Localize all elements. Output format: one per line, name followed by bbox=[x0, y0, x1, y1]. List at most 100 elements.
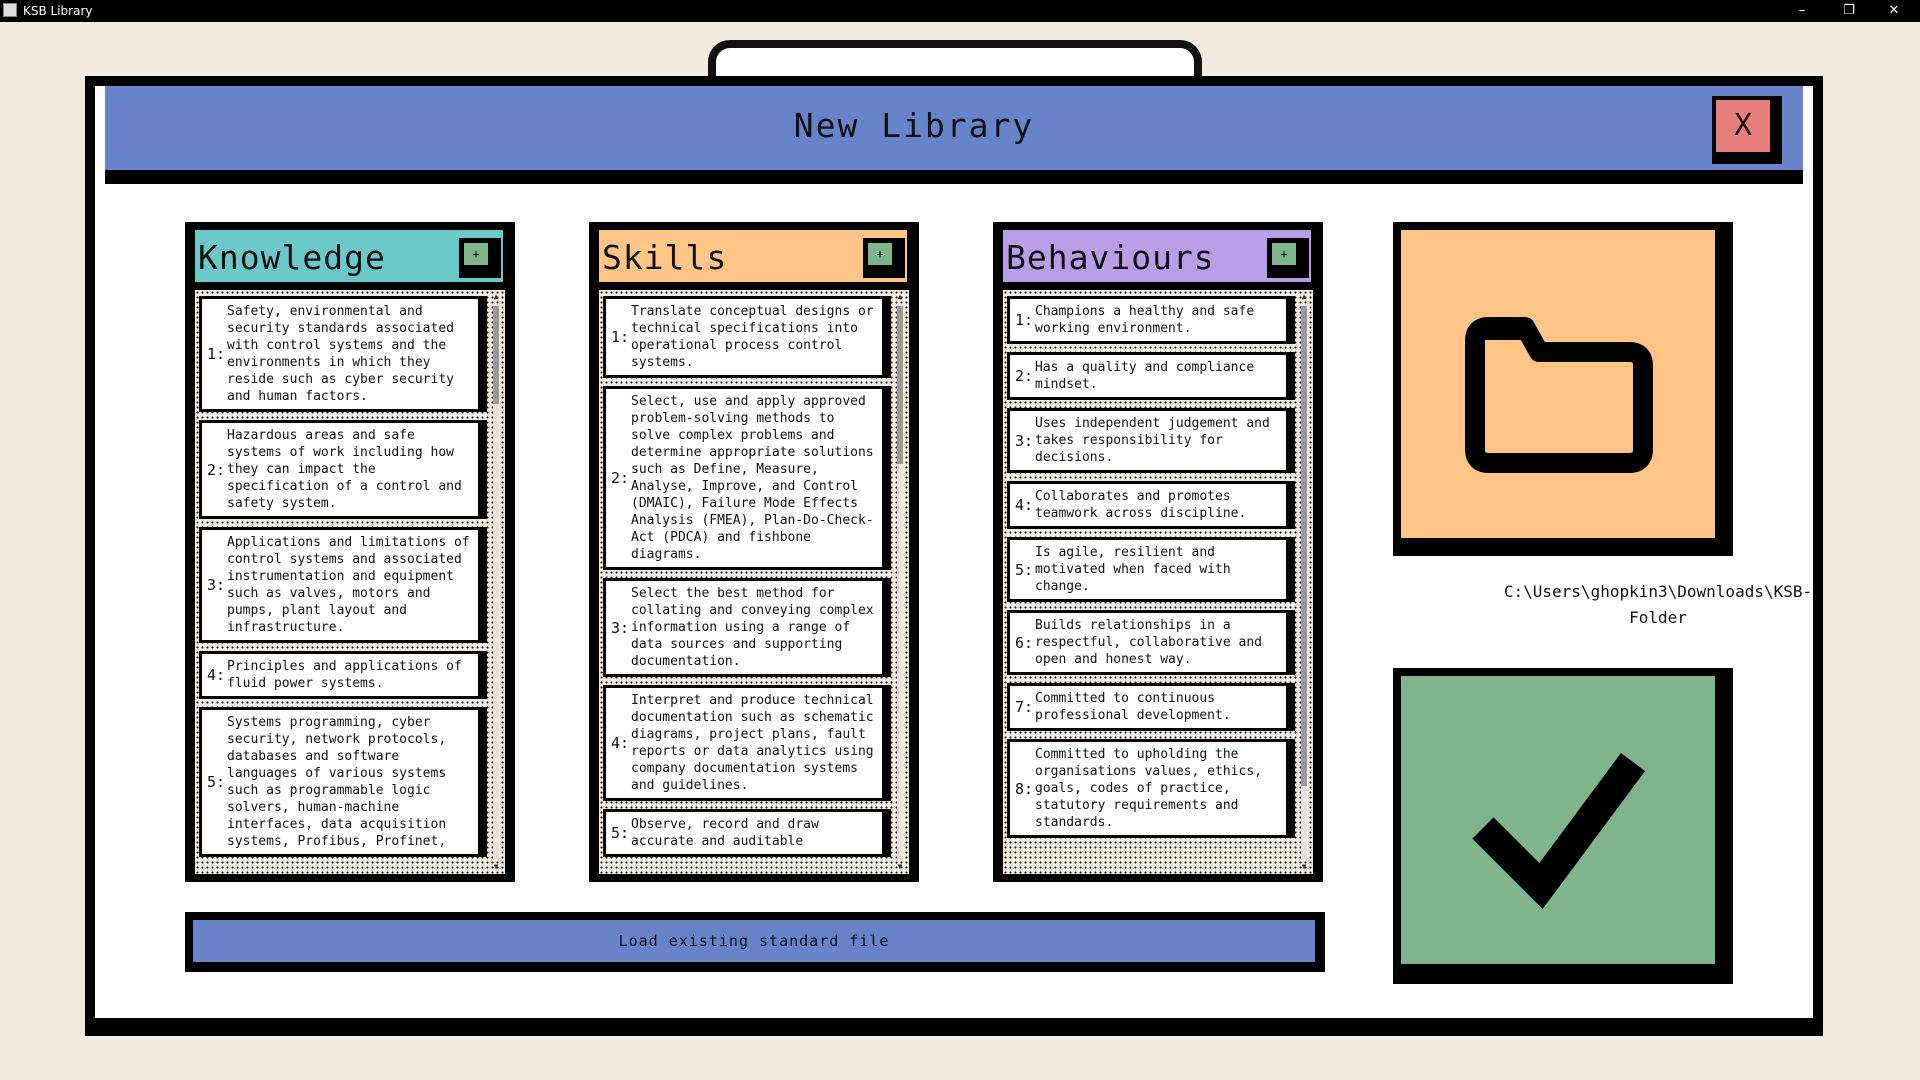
skills-item[interactable]: 4: Interpret and produce technical docume… bbox=[603, 685, 891, 801]
item-text: Select, use and apply approved problem-s… bbox=[631, 394, 874, 562]
scroll-down-arrow[interactable]: ▼ bbox=[1299, 862, 1309, 872]
item-number: 4: bbox=[611, 734, 630, 752]
item-card[interactable]: 4: Collaborates and promotes teamwork acr… bbox=[1007, 481, 1289, 529]
item-text: Principles and applications of fluid pow… bbox=[227, 659, 462, 691]
item-card[interactable]: 1: Champions a healthy and safe working e… bbox=[1007, 296, 1289, 344]
item-text: Safety, environmental and security stand… bbox=[227, 304, 454, 404]
item-card[interactable]: 4: Interpret and produce technical docume… bbox=[603, 685, 885, 801]
window-titlebar: KSB Library – ❐ ✕ bbox=[0, 0, 1920, 22]
item-card[interactable]: 2: Hazardous areas and safe systems of wo… bbox=[199, 420, 481, 519]
scroll-thumb[interactable] bbox=[493, 306, 499, 404]
selected-folder-path: C:\Users\ghopkin3\Downloads\KSB- Folder bbox=[1503, 582, 1813, 627]
add-skills-frame: + bbox=[863, 238, 905, 278]
checkmark-icon bbox=[1472, 753, 1646, 909]
add-skills-button[interactable]: + bbox=[865, 240, 895, 268]
item-card[interactable]: 7: Committed to continuous professional d… bbox=[1007, 683, 1289, 731]
item-text: Champions a healthy and safe working env… bbox=[1035, 304, 1255, 336]
item-card[interactable]: 3: Select the best method for collating a… bbox=[603, 578, 885, 677]
behaviours-item[interactable]: 4: Collaborates and promotes teamwork acr… bbox=[1007, 481, 1295, 529]
skills-scrollbar[interactable]: ▲ ▼ bbox=[895, 292, 905, 872]
scroll-track[interactable] bbox=[897, 304, 903, 860]
skills-list[interactable]: 1: Translate conceptual designs or techni… bbox=[599, 290, 909, 874]
close-button[interactable]: X bbox=[1712, 96, 1774, 156]
scroll-track[interactable] bbox=[493, 304, 499, 860]
maximize-button[interactable]: ❐ bbox=[1829, 1, 1869, 21]
behaviours-item[interactable]: 8: Committed to upholding the organisatio… bbox=[1007, 739, 1295, 838]
folder-icon bbox=[1465, 317, 1653, 473]
item-number: 2: bbox=[207, 460, 226, 479]
skills-item[interactable]: 1: Translate conceptual designs or techni… bbox=[603, 296, 891, 378]
item-number: 5: bbox=[207, 773, 226, 791]
knowledge-scrollbar[interactable]: ▲ ▼ bbox=[491, 292, 501, 872]
item-number: 4: bbox=[1015, 496, 1034, 514]
scroll-track[interactable] bbox=[1301, 304, 1307, 860]
item-card[interactable]: 5: Observe, record and draw accurate and … bbox=[603, 809, 885, 857]
item-text: Has a quality and compliance mindset. bbox=[1035, 360, 1255, 392]
item-text: Applications and limitations of control … bbox=[227, 535, 470, 635]
load-button-frame: Load existing standard file bbox=[185, 912, 1325, 972]
knowledge-item[interactable]: 5: Systems programming, cyber security, n… bbox=[199, 707, 487, 857]
item-card[interactable]: 5: Systems programming, cyber security, n… bbox=[199, 707, 481, 857]
new-library-dialog: New Library X Knowledge + 1: Safety, envi… bbox=[95, 86, 1813, 1018]
behaviours-list[interactable]: 1: Champions a healthy and safe working e… bbox=[1003, 290, 1313, 874]
knowledge-list[interactable]: 1: Safety, environmental and security sta… bbox=[195, 290, 505, 874]
item-card[interactable]: 1: Safety, environmental and security sta… bbox=[199, 296, 481, 412]
behaviours-item[interactable]: 2: Has a quality and compliance mindset. bbox=[1007, 352, 1295, 400]
scroll-down-arrow[interactable]: ▼ bbox=[491, 862, 501, 872]
knowledge-header: Knowledge + bbox=[195, 230, 503, 282]
folder-button[interactable] bbox=[1401, 230, 1715, 538]
confirm-button[interactable] bbox=[1401, 676, 1715, 964]
item-number: 4: bbox=[207, 666, 226, 684]
behaviours-item[interactable]: 7: Committed to continuous professional d… bbox=[1007, 683, 1295, 731]
close-button-frame: X bbox=[1712, 96, 1782, 164]
item-card[interactable]: 6: Builds relationships in a respectful, … bbox=[1007, 610, 1289, 675]
item-card[interactable]: 1: Translate conceptual designs or techni… bbox=[603, 296, 885, 378]
window-close-button[interactable]: ✕ bbox=[1874, 1, 1914, 21]
knowledge-item[interactable]: 4: Principles and applications of fluid p… bbox=[199, 651, 487, 699]
item-number: 2: bbox=[1015, 367, 1034, 385]
behaviours-scrollbar[interactable]: ▲ ▼ bbox=[1299, 292, 1309, 872]
skills-column: Skills + 1: Translate conceptual designs … bbox=[589, 222, 919, 882]
item-number: 7: bbox=[1015, 698, 1034, 716]
item-card[interactable]: 2: Select, use and apply approved problem… bbox=[603, 386, 885, 570]
skills-item[interactable]: 2: Select, use and apply approved problem… bbox=[603, 386, 891, 570]
behaviours-item[interactable]: 5: Is agile, resilient and motivated when… bbox=[1007, 537, 1295, 602]
item-card[interactable]: 3: Applications and limitations of contro… bbox=[199, 527, 481, 643]
minimize-button[interactable]: – bbox=[1782, 1, 1822, 21]
item-card[interactable]: 4: Principles and applications of fluid p… bbox=[199, 651, 481, 699]
app-icon bbox=[3, 3, 17, 17]
scroll-thumb[interactable] bbox=[897, 306, 903, 464]
item-text: Select the best method for collating and… bbox=[631, 586, 874, 669]
item-card[interactable]: 5: Is agile, resilient and motivated when… bbox=[1007, 537, 1289, 602]
scroll-up-arrow[interactable]: ▲ bbox=[1299, 292, 1309, 302]
item-number: 8: bbox=[1015, 779, 1034, 798]
item-text: Uses independent judgement and takes res… bbox=[1035, 416, 1270, 465]
knowledge-item[interactable]: 1: Safety, environmental and security sta… bbox=[199, 296, 487, 412]
item-card[interactable]: 2: Has a quality and compliance mindset. bbox=[1007, 352, 1289, 400]
behaviours-item[interactable]: 6: Builds relationships in a respectful, … bbox=[1007, 610, 1295, 675]
scroll-up-arrow[interactable]: ▲ bbox=[491, 292, 501, 302]
item-card[interactable]: 8: Committed to upholding the organisatio… bbox=[1007, 739, 1289, 838]
knowledge-title: Knowledge bbox=[198, 238, 386, 277]
scroll-down-arrow[interactable]: ▼ bbox=[895, 862, 905, 872]
skills-header: Skills + bbox=[599, 230, 907, 282]
item-number: 5: bbox=[1015, 560, 1034, 579]
knowledge-item[interactable]: 3: Applications and limitations of contro… bbox=[199, 527, 487, 643]
scroll-thumb[interactable] bbox=[1301, 306, 1307, 786]
add-knowledge-button[interactable]: + bbox=[461, 240, 491, 268]
scroll-up-arrow[interactable]: ▲ bbox=[895, 292, 905, 302]
item-number: 3: bbox=[1015, 431, 1034, 450]
add-behaviours-button[interactable]: + bbox=[1269, 240, 1299, 268]
behaviours-item[interactable]: 1: Champions a healthy and safe working e… bbox=[1007, 296, 1295, 344]
load-existing-file-button[interactable]: Load existing standard file bbox=[193, 920, 1315, 962]
item-text: Committed to continuous professional dev… bbox=[1035, 691, 1231, 723]
item-card[interactable]: 3: Uses independent judgement and takes r… bbox=[1007, 408, 1289, 473]
confirm-button-frame bbox=[1393, 668, 1733, 984]
item-text: Collaborates and promotes teamwork acros… bbox=[1035, 489, 1247, 521]
skills-item[interactable]: 5: Observe, record and draw accurate and … bbox=[603, 809, 891, 857]
behaviours-item[interactable]: 3: Uses independent judgement and takes r… bbox=[1007, 408, 1295, 473]
add-behaviours-frame: + bbox=[1267, 238, 1309, 278]
skills-item[interactable]: 3: Select the best method for collating a… bbox=[603, 578, 891, 677]
knowledge-item[interactable]: 2: Hazardous areas and safe systems of wo… bbox=[199, 420, 487, 519]
add-knowledge-frame: + bbox=[459, 238, 501, 278]
